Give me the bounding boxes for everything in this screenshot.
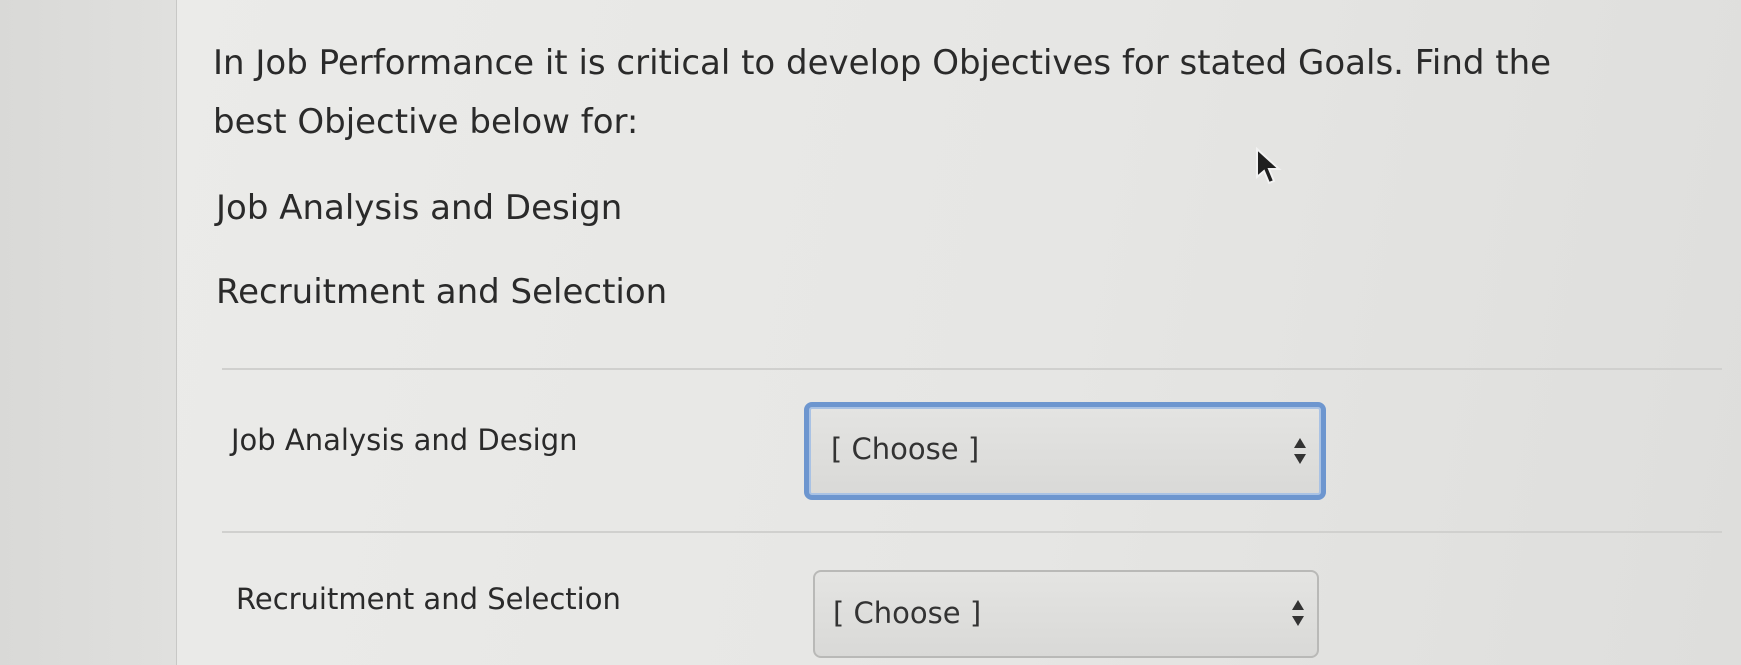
select-value: [ Choose ] (833, 596, 982, 630)
up-down-arrows-icon (1293, 436, 1307, 466)
mouse-pointer-icon (1255, 146, 1283, 191)
up-down-arrows-icon (1291, 598, 1305, 628)
select-value: [ Choose ] (831, 432, 980, 466)
row-label-job-analysis: Job Analysis and Design (231, 423, 578, 457)
question-text: In Job Performance it is critical to dev… (213, 43, 1552, 142)
divider (222, 368, 1722, 370)
select-job-analysis[interactable]: [ Choose ] (804, 402, 1326, 500)
goal-item-job-analysis: Job Analysis and Design (216, 188, 623, 228)
select-recruitment[interactable]: [ Choose ] (813, 570, 1319, 658)
left-gutter (0, 0, 176, 665)
divider (222, 531, 1722, 533)
goal-item-recruitment: Recruitment and Selection (216, 272, 668, 312)
row-label-recruitment: Recruitment and Selection (236, 582, 621, 616)
